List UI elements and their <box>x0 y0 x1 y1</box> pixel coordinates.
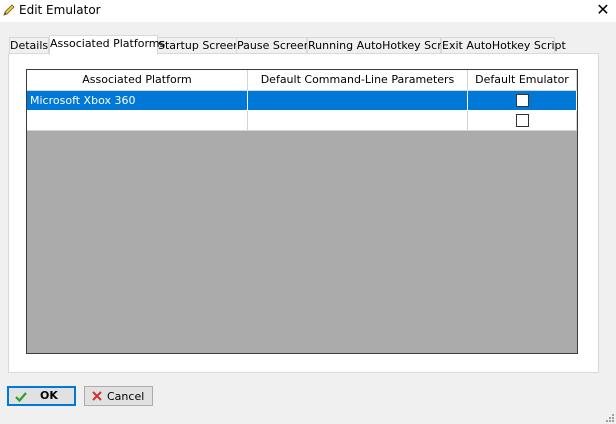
default-emulator-checkbox[interactable] <box>516 94 529 107</box>
default-emulator-cell <box>468 111 577 131</box>
platforms-grid[interactable]: Associated Platform Default Command-Line… <box>26 69 578 354</box>
title-bar: Edit Emulator ✕ <box>0 0 616 22</box>
tab-pause-screen[interactable]: Pause Screen <box>236 37 311 54</box>
table-row[interactable] <box>27 111 577 131</box>
tab-panel-associated-platforms: Associated Platform Default Command-Line… <box>8 53 599 373</box>
ok-button[interactable]: OK <box>7 386 76 406</box>
close-button[interactable]: ✕ <box>590 0 616 22</box>
ok-label: OK <box>40 389 58 402</box>
tab-label: Pause Screen <box>237 39 311 52</box>
platform-cell[interactable]: Microsoft Xbox 360 <box>27 91 248 111</box>
default-emulator-checkbox[interactable] <box>516 114 529 127</box>
tab-startup-screen[interactable]: Startup Screen <box>157 37 241 54</box>
window-title: Edit Emulator <box>19 3 101 17</box>
grid-header: Associated Platform Default Command-Line… <box>27 70 577 91</box>
cancel-button[interactable]: Cancel <box>84 386 153 406</box>
tab-exit-autohotkey-script[interactable]: Exit AutoHotkey Script <box>441 37 566 54</box>
cancel-label: Cancel <box>107 390 145 403</box>
table-row[interactable]: Microsoft Xbox 360 <box>27 91 577 111</box>
tab-label: Running AutoHotkey Script <box>308 39 457 52</box>
resize-grip-icon[interactable] <box>604 412 614 422</box>
tab-associated-platforms[interactable]: Associated Platforms <box>49 35 165 55</box>
tab-label: Exit AutoHotkey Script <box>442 39 566 52</box>
close-icon: ✕ <box>596 0 610 19</box>
params-cell[interactable] <box>248 91 468 111</box>
tab-details[interactable]: Details <box>9 37 49 54</box>
column-header-associated-platform[interactable]: Associated Platform <box>27 70 248 90</box>
platform-cell[interactable] <box>27 111 248 131</box>
column-header-command-line-params[interactable]: Default Command-Line Parameters <box>248 70 468 90</box>
x-icon <box>92 391 102 401</box>
checkmark-icon <box>15 392 27 403</box>
tab-label: Startup Screen <box>158 39 241 52</box>
default-emulator-cell <box>468 91 577 111</box>
tab-label: Associated Platforms <box>50 37 166 50</box>
tab-label: Details <box>10 39 49 52</box>
column-header-default-emulator[interactable]: Default Emulator <box>468 70 577 90</box>
pencil-icon <box>3 4 15 16</box>
params-cell[interactable] <box>248 111 468 131</box>
tab-running-autohotkey-script[interactable]: Running AutoHotkey Script <box>307 37 456 54</box>
